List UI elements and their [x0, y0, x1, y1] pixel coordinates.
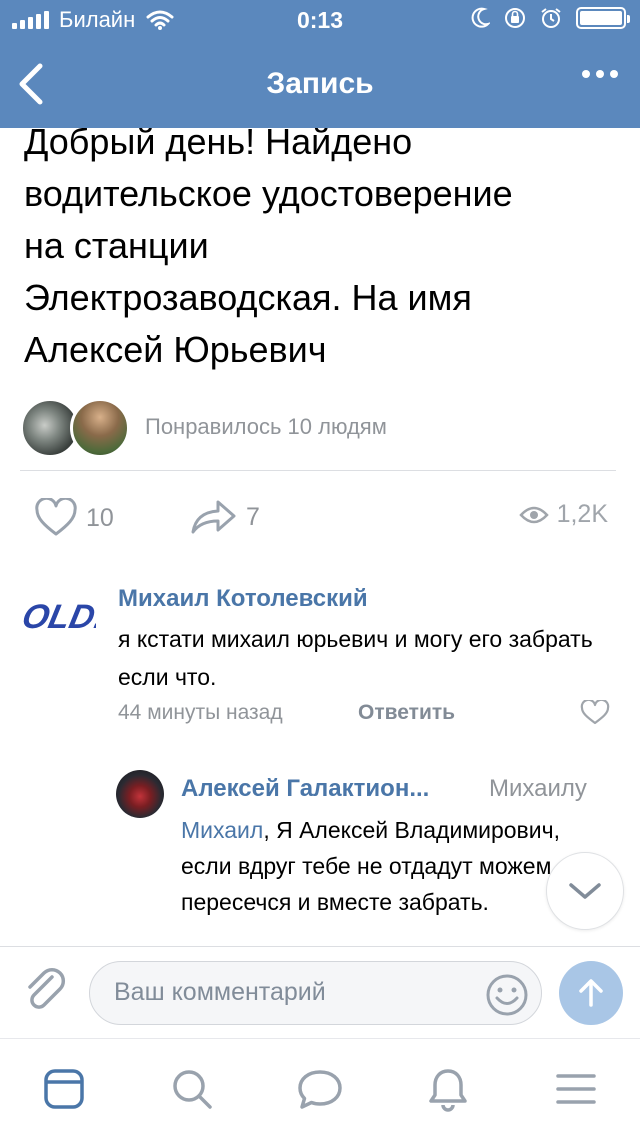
share-count: 7: [246, 502, 260, 531]
post-actions: 10 7 1,2K: [0, 490, 640, 544]
eye-icon: [518, 506, 549, 523]
smile-icon[interactable]: [485, 973, 529, 1017]
post-text-line: на станции: [24, 225, 209, 266]
liker-avatar[interactable]: [70, 398, 130, 458]
post-text: Добрый день! Найдено водительское удосто…: [24, 116, 624, 376]
top-bar: Билайн 0:13 Запись: [0, 0, 640, 128]
comment-placeholder: Ваш комментарий: [114, 978, 326, 1006]
likers-row[interactable]: Понравилось 10 людям: [20, 396, 620, 460]
notifications-icon[interactable]: [426, 1067, 470, 1113]
arrow-up-icon: [579, 979, 603, 1007]
divider: [20, 470, 616, 471]
views-counter: 1,2K: [518, 500, 608, 529]
comment-input[interactable]: Ваш комментарий: [89, 961, 542, 1025]
share-button[interactable]: 7: [190, 498, 260, 536]
share-arrow-icon: [191, 500, 236, 534]
comment-author[interactable]: Михаил Котолевский: [118, 585, 368, 613]
like-button[interactable]: 10: [34, 498, 114, 538]
comment-time: 44 минуты назад: [118, 701, 283, 724]
menu-icon[interactable]: [554, 1067, 598, 1111]
chevron-down-icon: [569, 883, 601, 899]
alarm-icon: [541, 8, 561, 28]
nav-bar: Запись: [0, 40, 640, 128]
orientation-lock-icon: [505, 8, 525, 28]
reply-button[interactable]: Ответить: [358, 701, 455, 725]
reply-author-avatar[interactable]: [116, 770, 164, 818]
views-count: 1,2K: [556, 500, 608, 528]
scroll-down-button[interactable]: [546, 852, 624, 930]
post-text-line: Алексей Юрьевич: [24, 329, 327, 370]
paperclip-icon[interactable]: [24, 967, 68, 1017]
more-dots-icon[interactable]: [582, 70, 618, 78]
page-title: Запись: [266, 67, 374, 100]
messages-icon[interactable]: [296, 1067, 344, 1111]
search-icon[interactable]: [170, 1067, 214, 1111]
moon-icon: [471, 7, 490, 28]
like-count: 10: [86, 503, 114, 532]
status-bar: Билайн 0:13: [0, 0, 640, 40]
post-text-line: водительское удостоверение: [24, 173, 513, 214]
comment-composer: Ваш комментарий: [0, 946, 640, 1038]
commenter-avatar[interactable]: OLD!: [22, 592, 96, 636]
tab-bar: [0, 1038, 640, 1136]
post-text-line: Электрозаводская. На имя: [24, 277, 472, 318]
avatar-logo-text: OLD!: [22, 598, 96, 636]
comment-text: я кстати михаил юрьевич и могу его забра…: [118, 626, 593, 690]
reply-to[interactable]: Михаилу: [489, 775, 587, 803]
battery-icon: [576, 7, 630, 29]
reply-mention[interactable]: Михаил: [181, 817, 263, 843]
heart-icon: [35, 498, 77, 536]
status-icons: [470, 7, 630, 29]
reply-author[interactable]: Алексей Галактион...: [181, 775, 429, 803]
news-icon[interactable]: [42, 1067, 86, 1111]
liked-by-text[interactable]: Понравилось 10 людям: [145, 414, 387, 440]
comment-like-heart-icon[interactable]: [580, 700, 610, 726]
send-button[interactable]: [559, 961, 623, 1025]
reply-text: Михаил, Я Алексей Владимирович, если вдр…: [181, 812, 581, 920]
